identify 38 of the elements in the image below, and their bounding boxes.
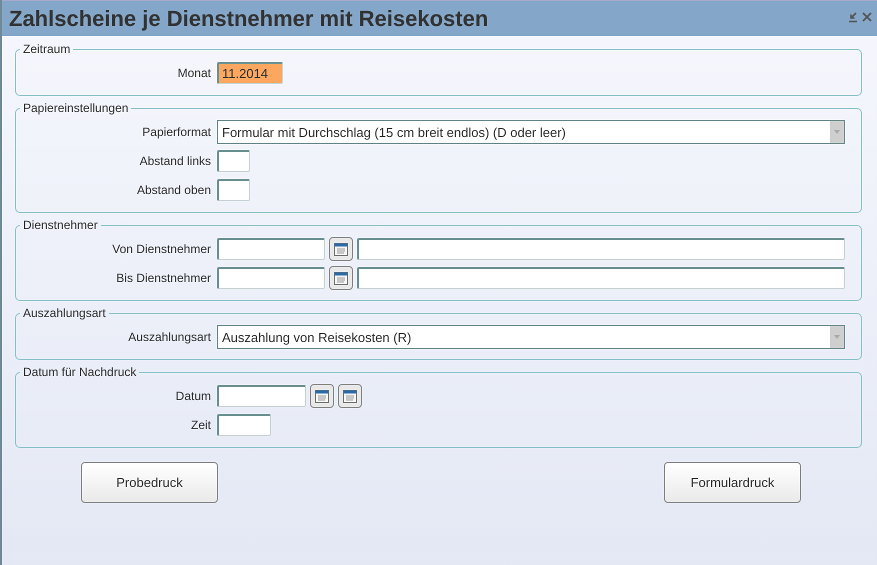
field-label: Auszahlungsart [127, 330, 212, 344]
input-field[interactable] [217, 267, 325, 289]
section-title: Papiereinstellungen [22, 101, 130, 115]
field-label: Abstand links [138, 154, 212, 168]
input-field[interactable] [217, 238, 325, 260]
dropdown[interactable]: Auszahlung von Reisekosten (R) [217, 325, 845, 349]
calendar-icon [333, 241, 349, 257]
input-field[interactable] [217, 150, 250, 172]
field-label: Zeit [190, 418, 212, 432]
section-title: Auszahlungsart [22, 306, 107, 320]
calendar-button[interactable] [329, 266, 353, 290]
field-label: Von Dienstnehmer [111, 242, 212, 256]
action-button[interactable]: Probedruck [81, 462, 218, 503]
calendar-button[interactable] [338, 384, 362, 408]
calendar-button[interactable] [310, 384, 334, 408]
close-icon[interactable] [861, 11, 873, 23]
calendar-icon [342, 388, 358, 404]
section-title: Zeitraum [22, 42, 72, 56]
minimize-icon[interactable] [847, 11, 859, 23]
input-field[interactable] [217, 179, 250, 201]
input-field[interactable]: 11.2014 [217, 62, 283, 84]
field-label: Datum [174, 389, 212, 403]
section-title: Dienstnehmer [22, 218, 99, 232]
input-field[interactable] [357, 267, 845, 289]
input-field[interactable] [217, 385, 306, 407]
calendar-button[interactable] [329, 237, 353, 261]
window-title: Zahlscheine je Dienstnehmer mit Reisekosten [9, 6, 488, 32]
field-label: Abstand oben [136, 183, 212, 197]
dropdown[interactable]: Formular mit Durchschlag (15 cm breit endlos) (D oder leer) [217, 120, 845, 144]
section-title: Datum für Nachdruck [22, 365, 138, 379]
input-field[interactable] [357, 238, 845, 260]
calendar-icon [333, 270, 349, 286]
calendar-icon [314, 388, 330, 404]
action-button[interactable]: Formulardruck [664, 462, 801, 503]
field-label: Bis Dienstnehmer [115, 271, 212, 285]
field-label: Papierformat [141, 125, 212, 139]
input-field[interactable] [217, 414, 271, 436]
field-label: Monat [176, 66, 212, 80]
